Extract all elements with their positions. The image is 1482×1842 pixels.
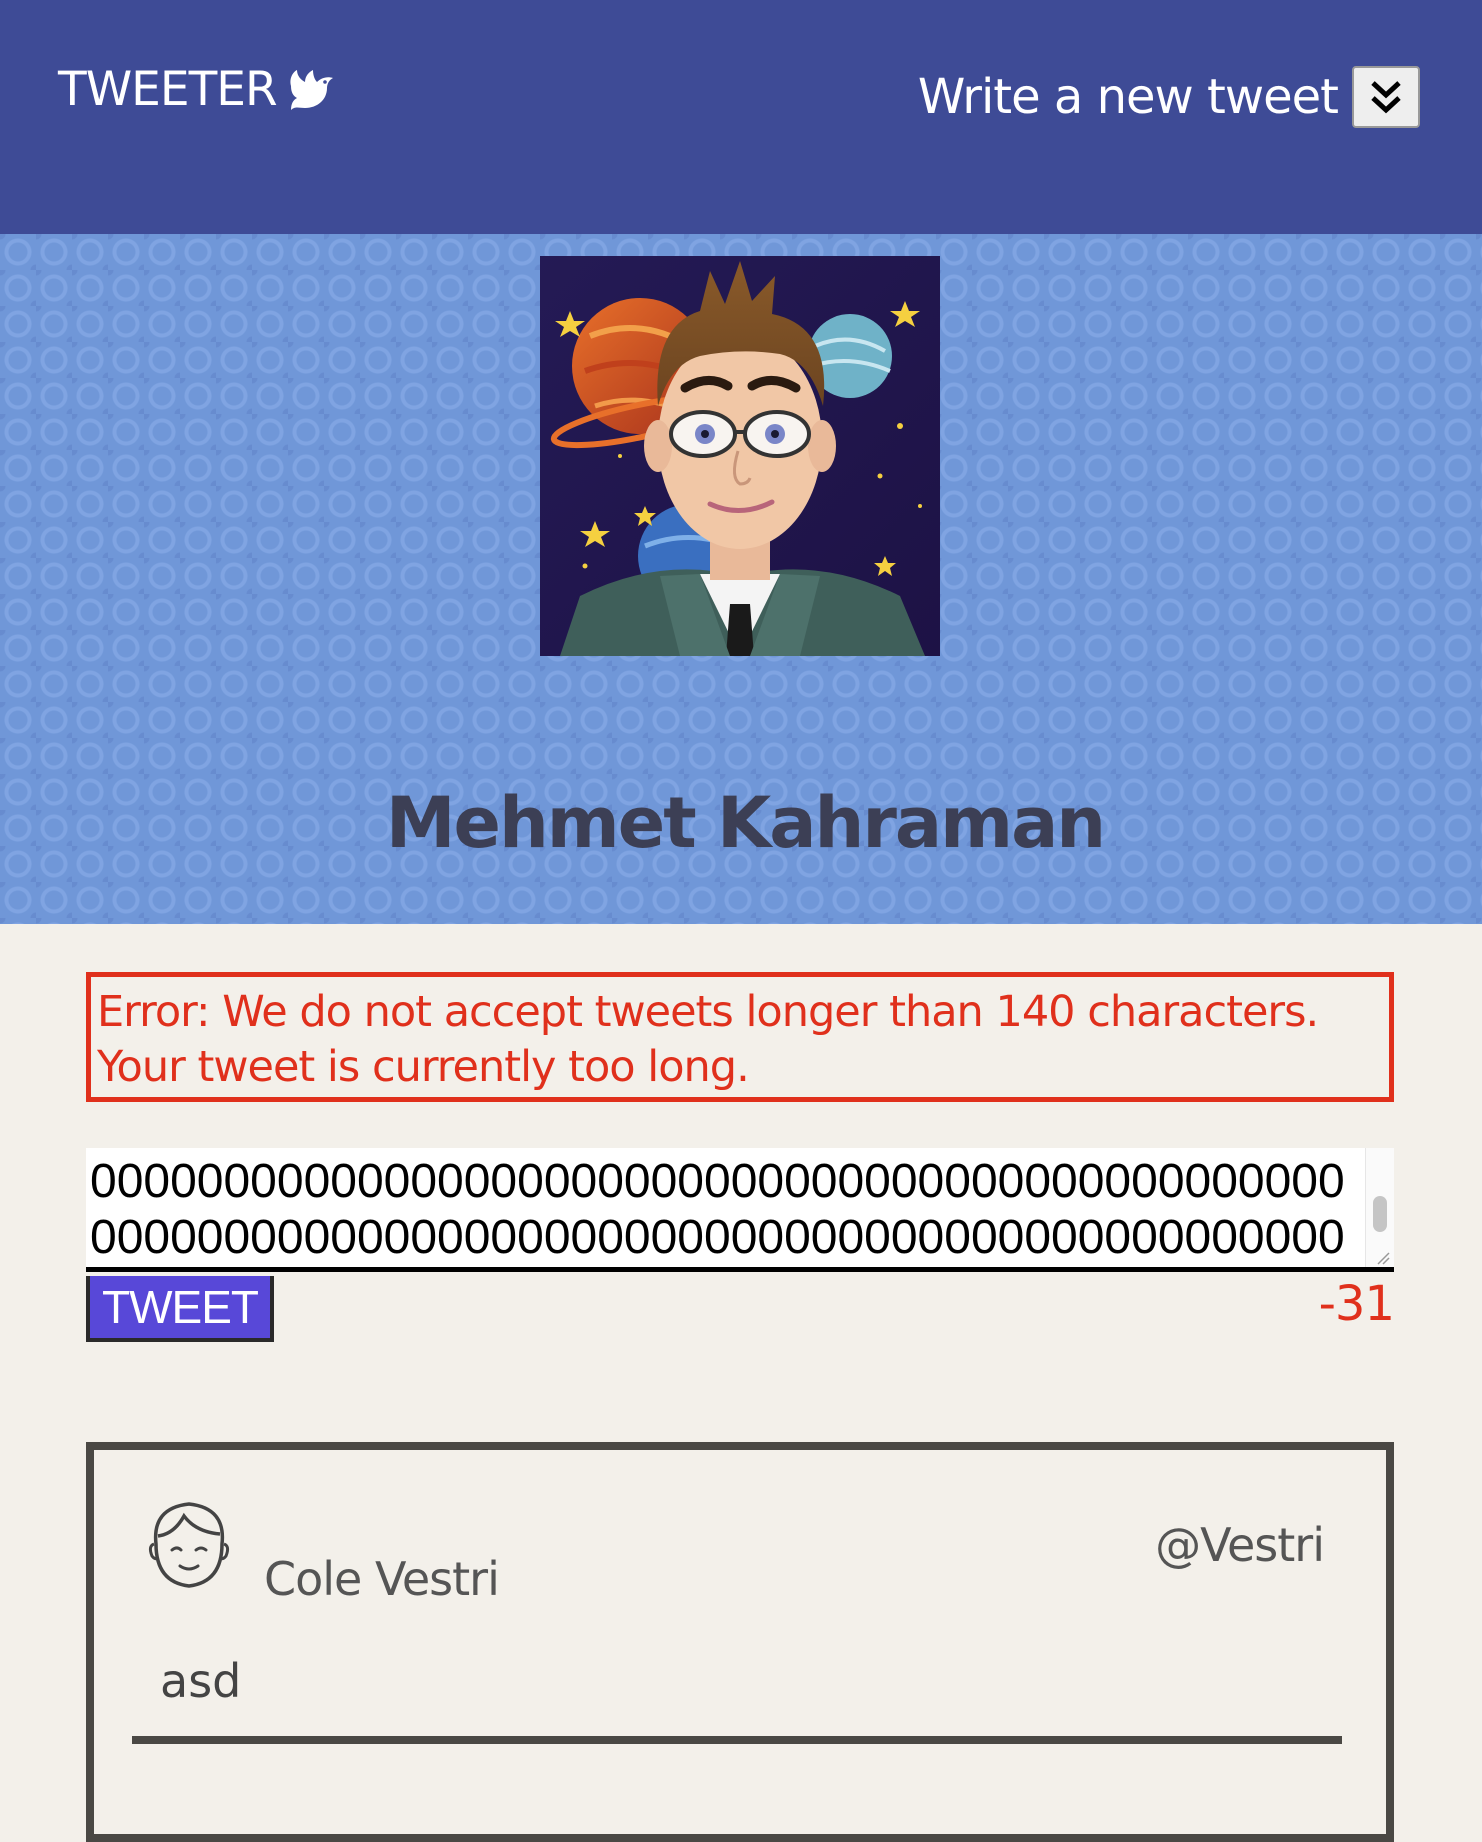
- error-message: Error: We do not accept tweets longer th…: [86, 972, 1394, 1102]
- double-chevron-down-icon: [1371, 81, 1401, 114]
- compose-toggle-button[interactable]: [1352, 66, 1420, 128]
- brand[interactable]: TWEETER: [58, 62, 337, 117]
- resize-grip-icon[interactable]: [1376, 1251, 1390, 1265]
- tweet-card: Cole Vestri @Vestri asd: [86, 1442, 1394, 1842]
- profile-name: Mehmet Kahraman: [385, 782, 1106, 864]
- dove-icon: [287, 66, 337, 114]
- textarea-scrollbar[interactable]: [1365, 1148, 1394, 1267]
- face-outline-icon: [144, 1494, 234, 1594]
- profile-header: Mehmet Kahraman: [0, 234, 1482, 924]
- tweet-author-name: Cole Vestri: [264, 1552, 500, 1606]
- tweet-textarea[interactable]: 0000000000000000000000000000000000000000…: [86, 1148, 1394, 1272]
- brand-title: TWEETER: [58, 62, 278, 117]
- tweet-text: asd: [160, 1654, 242, 1708]
- tweet-divider: [132, 1736, 1342, 1744]
- compose-label[interactable]: Write a new tweet: [918, 69, 1339, 125]
- profile-avatar: [540, 256, 940, 656]
- tweet-button[interactable]: TWEET: [86, 1276, 274, 1342]
- character-counter: -31: [1318, 1276, 1395, 1332]
- tweet-author-handle: @Vestri: [1155, 1518, 1325, 1572]
- top-nav: TWEETER Write a new tweet: [0, 0, 1482, 234]
- scrollbar-thumb[interactable]: [1373, 1196, 1387, 1232]
- compose-toggle: Write a new tweet: [918, 66, 1420, 128]
- tweet-textarea-value[interactable]: 0000000000000000000000000000000000000000…: [90, 1154, 1350, 1267]
